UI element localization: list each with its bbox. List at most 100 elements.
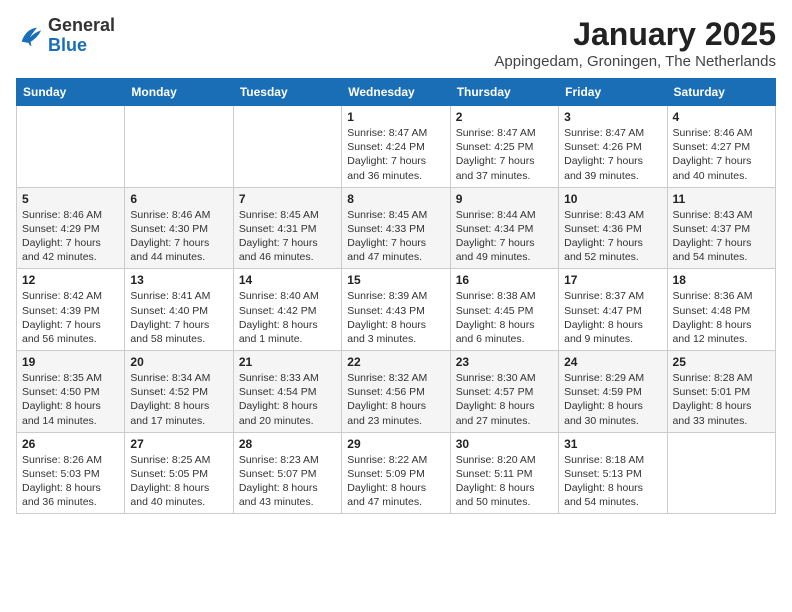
day-number: 9 (456, 192, 553, 206)
calendar-cell (233, 106, 341, 188)
calendar-cell: 23 Sunrise: 8:30 AMSunset: 4:57 PMDayligh… (450, 351, 558, 433)
calendar-cell: 29 Sunrise: 8:22 AMSunset: 5:09 PMDayligh… (342, 432, 450, 514)
calendar-cell: 3 Sunrise: 8:47 AMSunset: 4:26 PMDaylight… (559, 106, 667, 188)
calendar-cell: 10Sunrise: 8:43 AMSunset: 4:36 PMDayligh… (559, 187, 667, 269)
weekday-header-wednesday: Wednesday (342, 79, 450, 106)
day-number: 8 (347, 192, 444, 206)
calendar-cell: 13 Sunrise: 8:41 AMSunset: 4:40 PMDayligh… (125, 269, 233, 351)
day-number: 27 (130, 437, 227, 451)
calendar-cell: 2 Sunrise: 8:47 AMSunset: 4:25 PMDaylight… (450, 106, 558, 188)
day-info: Sunrise: 8:33 AMSunset: 4:54 PMDaylight:… (239, 371, 336, 428)
day-info: Sunrise: 8:44 AMSunset: 4:34 PMDaylight:… (456, 208, 553, 265)
calendar-cell: 19 Sunrise: 8:35 AMSunset: 4:50 PMDayligh… (17, 351, 125, 433)
calendar-cell: 28 Sunrise: 8:23 AMSunset: 5:07 PMDayligh… (233, 432, 341, 514)
calendar-cell: 31 Sunrise: 8:18 AMSunset: 5:13 PMDayligh… (559, 432, 667, 514)
day-number: 7 (239, 192, 336, 206)
day-number: 25 (673, 355, 770, 369)
day-number: 1 (347, 110, 444, 124)
day-info: Sunrise: 8:34 AMSunset: 4:52 PMDaylight:… (130, 371, 227, 428)
weekday-header-thursday: Thursday (450, 79, 558, 106)
calendar-cell: 24 Sunrise: 8:29 AMSunset: 4:59 PMDayligh… (559, 351, 667, 433)
day-number: 10 (564, 192, 661, 206)
weekday-header-monday: Monday (125, 79, 233, 106)
day-info: Sunrise: 8:46 AMSunset: 4:27 PMDaylight:… (673, 126, 770, 183)
calendar-cell: 9 Sunrise: 8:44 AMSunset: 4:34 PMDaylight… (450, 187, 558, 269)
day-info: Sunrise: 8:41 AMSunset: 4:40 PMDaylight:… (130, 289, 227, 346)
day-info: Sunrise: 8:30 AMSunset: 4:57 PMDaylight:… (456, 371, 553, 428)
weekday-header-tuesday: Tuesday (233, 79, 341, 106)
day-number: 19 (22, 355, 119, 369)
calendar-cell: 22 Sunrise: 8:32 AMSunset: 4:56 PMDayligh… (342, 351, 450, 433)
day-info: Sunrise: 8:47 AMSunset: 4:24 PMDaylight:… (347, 126, 444, 183)
day-number: 13 (130, 273, 227, 287)
day-info: Sunrise: 8:18 AMSunset: 5:13 PMDaylight:… (564, 453, 661, 510)
calendar-cell: 27Sunrise: 8:25 AMSunset: 5:05 PMDayligh… (125, 432, 233, 514)
logo-blue: Blue (48, 36, 115, 56)
calendar-cell: 20Sunrise: 8:34 AMSunset: 4:52 PMDayligh… (125, 351, 233, 433)
logo-bird-icon (16, 22, 44, 50)
day-number: 11 (673, 192, 770, 206)
day-number: 15 (347, 273, 444, 287)
calendar-cell (17, 106, 125, 188)
day-number: 31 (564, 437, 661, 451)
day-number: 24 (564, 355, 661, 369)
day-number: 21 (239, 355, 336, 369)
day-info: Sunrise: 8:47 AMSunset: 4:25 PMDaylight:… (456, 126, 553, 183)
day-number: 4 (673, 110, 770, 124)
calendar-cell (125, 106, 233, 188)
calendar-cell: 18 Sunrise: 8:36 AMSunset: 4:48 PMDayligh… (667, 269, 775, 351)
calendar-cell: 16 Sunrise: 8:38 AMSunset: 4:45 PMDayligh… (450, 269, 558, 351)
weekday-header-saturday: Saturday (667, 79, 775, 106)
calendar-cell: 30Sunrise: 8:20 AMSunset: 5:11 PMDayligh… (450, 432, 558, 514)
day-info: Sunrise: 8:22 AMSunset: 5:09 PMDaylight:… (347, 453, 444, 510)
day-info: Sunrise: 8:47 AMSunset: 4:26 PMDaylight:… (564, 126, 661, 183)
day-number: 22 (347, 355, 444, 369)
day-info: Sunrise: 8:36 AMSunset: 4:48 PMDaylight:… (673, 289, 770, 346)
page-header: General Blue January 2025 Appingedam, Gr… (16, 16, 776, 70)
calendar-table: SundayMondayTuesdayWednesdayThursdayFrid… (16, 78, 776, 514)
day-number: 29 (347, 437, 444, 451)
day-number: 3 (564, 110, 661, 124)
calendar-week-row: 19 Sunrise: 8:35 AMSunset: 4:50 PMDayligh… (17, 351, 776, 433)
calendar-cell: 12Sunrise: 8:42 AMSunset: 4:39 PMDayligh… (17, 269, 125, 351)
calendar-cell: 14Sunrise: 8:40 AMSunset: 4:42 PMDayligh… (233, 269, 341, 351)
calendar-cell: 25Sunrise: 8:28 AMSunset: 5:01 PMDayligh… (667, 351, 775, 433)
day-number: 16 (456, 273, 553, 287)
calendar-cell: 26Sunrise: 8:26 AMSunset: 5:03 PMDayligh… (17, 432, 125, 514)
day-info: Sunrise: 8:29 AMSunset: 4:59 PMDaylight:… (564, 371, 661, 428)
day-info: Sunrise: 8:38 AMSunset: 4:45 PMDaylight:… (456, 289, 553, 346)
day-number: 14 (239, 273, 336, 287)
day-info: Sunrise: 8:35 AMSunset: 4:50 PMDaylight:… (22, 371, 119, 428)
calendar-week-row: 26Sunrise: 8:26 AMSunset: 5:03 PMDayligh… (17, 432, 776, 514)
day-number: 28 (239, 437, 336, 451)
day-info: Sunrise: 8:46 AMSunset: 4:30 PMDaylight:… (130, 208, 227, 265)
day-info: Sunrise: 8:45 AMSunset: 4:31 PMDaylight:… (239, 208, 336, 265)
day-number: 23 (456, 355, 553, 369)
location-subtitle: Appingedam, Groningen, The Netherlands (494, 53, 776, 70)
day-info: Sunrise: 8:26 AMSunset: 5:03 PMDaylight:… (22, 453, 119, 510)
day-info: Sunrise: 8:37 AMSunset: 4:47 PMDaylight:… (564, 289, 661, 346)
calendar-cell: 4 Sunrise: 8:46 AMSunset: 4:27 PMDaylight… (667, 106, 775, 188)
calendar-cell: 1 Sunrise: 8:47 AMSunset: 4:24 PMDaylight… (342, 106, 450, 188)
weekday-header-friday: Friday (559, 79, 667, 106)
calendar-cell: 8 Sunrise: 8:45 AMSunset: 4:33 PMDaylight… (342, 187, 450, 269)
day-info: Sunrise: 8:20 AMSunset: 5:11 PMDaylight:… (456, 453, 553, 510)
day-number: 18 (673, 273, 770, 287)
day-info: Sunrise: 8:45 AMSunset: 4:33 PMDaylight:… (347, 208, 444, 265)
calendar-cell: 11Sunrise: 8:43 AMSunset: 4:37 PMDayligh… (667, 187, 775, 269)
calendar-cell: 5 Sunrise: 8:46 AMSunset: 4:29 PMDaylight… (17, 187, 125, 269)
calendar-cell: 7 Sunrise: 8:45 AMSunset: 4:31 PMDaylight… (233, 187, 341, 269)
day-info: Sunrise: 8:23 AMSunset: 5:07 PMDaylight:… (239, 453, 336, 510)
day-info: Sunrise: 8:46 AMSunset: 4:29 PMDaylight:… (22, 208, 119, 265)
calendar-cell: 21 Sunrise: 8:33 AMSunset: 4:54 PMDayligh… (233, 351, 341, 433)
day-number: 17 (564, 273, 661, 287)
month-year-title: January 2025 (494, 16, 776, 53)
day-number: 2 (456, 110, 553, 124)
day-info: Sunrise: 8:32 AMSunset: 4:56 PMDaylight:… (347, 371, 444, 428)
day-info: Sunrise: 8:39 AMSunset: 4:43 PMDaylight:… (347, 289, 444, 346)
day-number: 5 (22, 192, 119, 206)
calendar-cell: 6Sunrise: 8:46 AMSunset: 4:30 PMDaylight… (125, 187, 233, 269)
calendar-cell: 17 Sunrise: 8:37 AMSunset: 4:47 PMDayligh… (559, 269, 667, 351)
calendar-header-row: SundayMondayTuesdayWednesdayThursdayFrid… (17, 79, 776, 106)
calendar-cell: 15 Sunrise: 8:39 AMSunset: 4:43 PMDayligh… (342, 269, 450, 351)
